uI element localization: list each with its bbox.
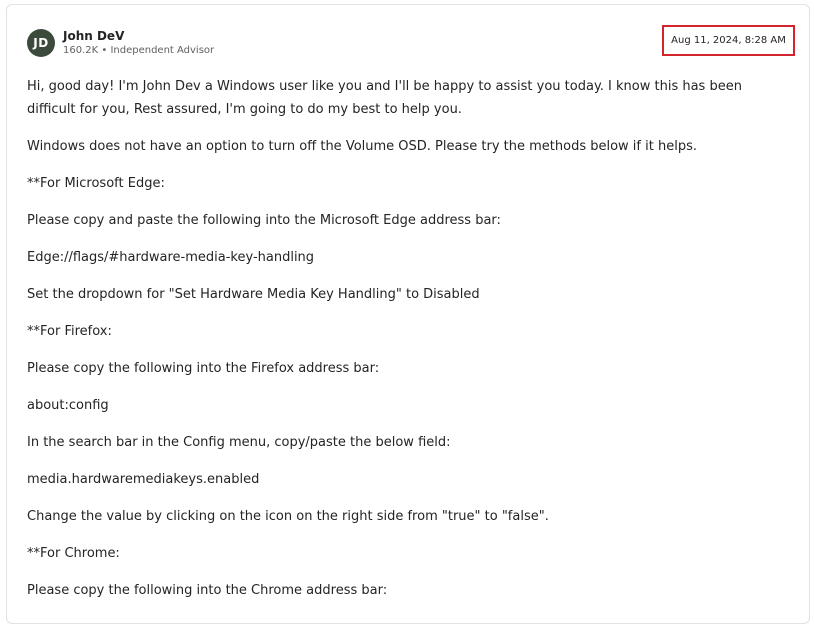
paragraph: Windows does not have an option to turn … — [27, 139, 697, 154]
author-header: JD John DeV 160.2K • Independent Advisor — [27, 29, 214, 57]
author-name[interactable]: John DeV — [63, 29, 214, 43]
paragraph: media.hardwaremediakeys.enabled — [27, 472, 260, 487]
paragraph: Please copy the following into the Firef… — [27, 361, 380, 376]
paragraph: about:config — [27, 398, 109, 413]
avatar[interactable]: JD — [27, 29, 55, 57]
author-info: John DeV 160.2K • Independent Advisor — [63, 29, 214, 56]
paragraph: Hi, good day! I'm John Dev a Windows use… — [27, 79, 747, 117]
paragraph: Change the value by clicking on the icon… — [27, 509, 549, 524]
paragraph: **For Chrome: — [27, 546, 120, 561]
post-timestamp[interactable]: Aug 11, 2024, 8:28 AM — [671, 35, 786, 46]
paragraph: Set the dropdown for "Set Hardware Media… — [27, 287, 480, 302]
author-meta: 160.2K • Independent Advisor — [63, 44, 215, 56]
paragraph: Please copy and paste the following into… — [27, 213, 501, 228]
reply-card: JD John DeV 160.2K • Independent Advisor… — [6, 4, 810, 624]
paragraph: Edge://flags/#hardware-media-key-handlin… — [27, 250, 315, 265]
paragraph: **For Microsoft Edge: — [27, 176, 165, 191]
timestamp-highlight: Aug 11, 2024, 8:28 AM — [662, 25, 795, 56]
paragraph: In the search bar in the Config menu, co… — [27, 435, 451, 450]
paragraph: **For Firefox: — [27, 324, 112, 339]
post-body: Hi, good day! I'm John Dev a Windows use… — [27, 75, 787, 616]
